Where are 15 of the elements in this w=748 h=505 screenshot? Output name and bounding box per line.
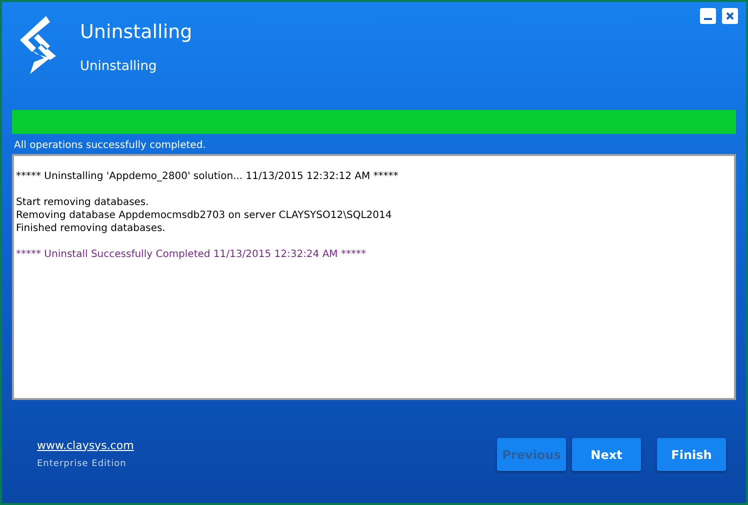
status-text: All operations successfully completed. bbox=[14, 139, 207, 153]
wizard-button[interactable]: Next bbox=[572, 438, 641, 471]
website-link[interactable]: www.claysys.com bbox=[37, 438, 134, 454]
log-line: ***** Uninstalling 'Appdemo_2800' solution... 11/13/2015 12:32:12 AM ***** bbox=[16, 170, 400, 183]
log-line: ***** Uninstall Successfully Completed 11/13/2015 12:32:24 AM ***** bbox=[16, 248, 367, 261]
close-icon bbox=[726, 12, 734, 20]
edition-label: Enterprise Edition bbox=[37, 458, 128, 471]
close-button[interactable] bbox=[722, 8, 738, 24]
log-line: Finished removing databases. bbox=[16, 222, 166, 235]
window-subtitle: Uninstalling bbox=[80, 58, 158, 76]
log-line: Removing database Appdemocmsdb2703 on server CLAYSYSO12\SQL2014 bbox=[16, 209, 393, 222]
wizard-button[interactable]: Finish bbox=[657, 438, 726, 471]
minimize-button[interactable] bbox=[700, 8, 716, 24]
log-line: Start removing databases. bbox=[16, 196, 150, 209]
window-title: Uninstalling bbox=[80, 20, 192, 45]
